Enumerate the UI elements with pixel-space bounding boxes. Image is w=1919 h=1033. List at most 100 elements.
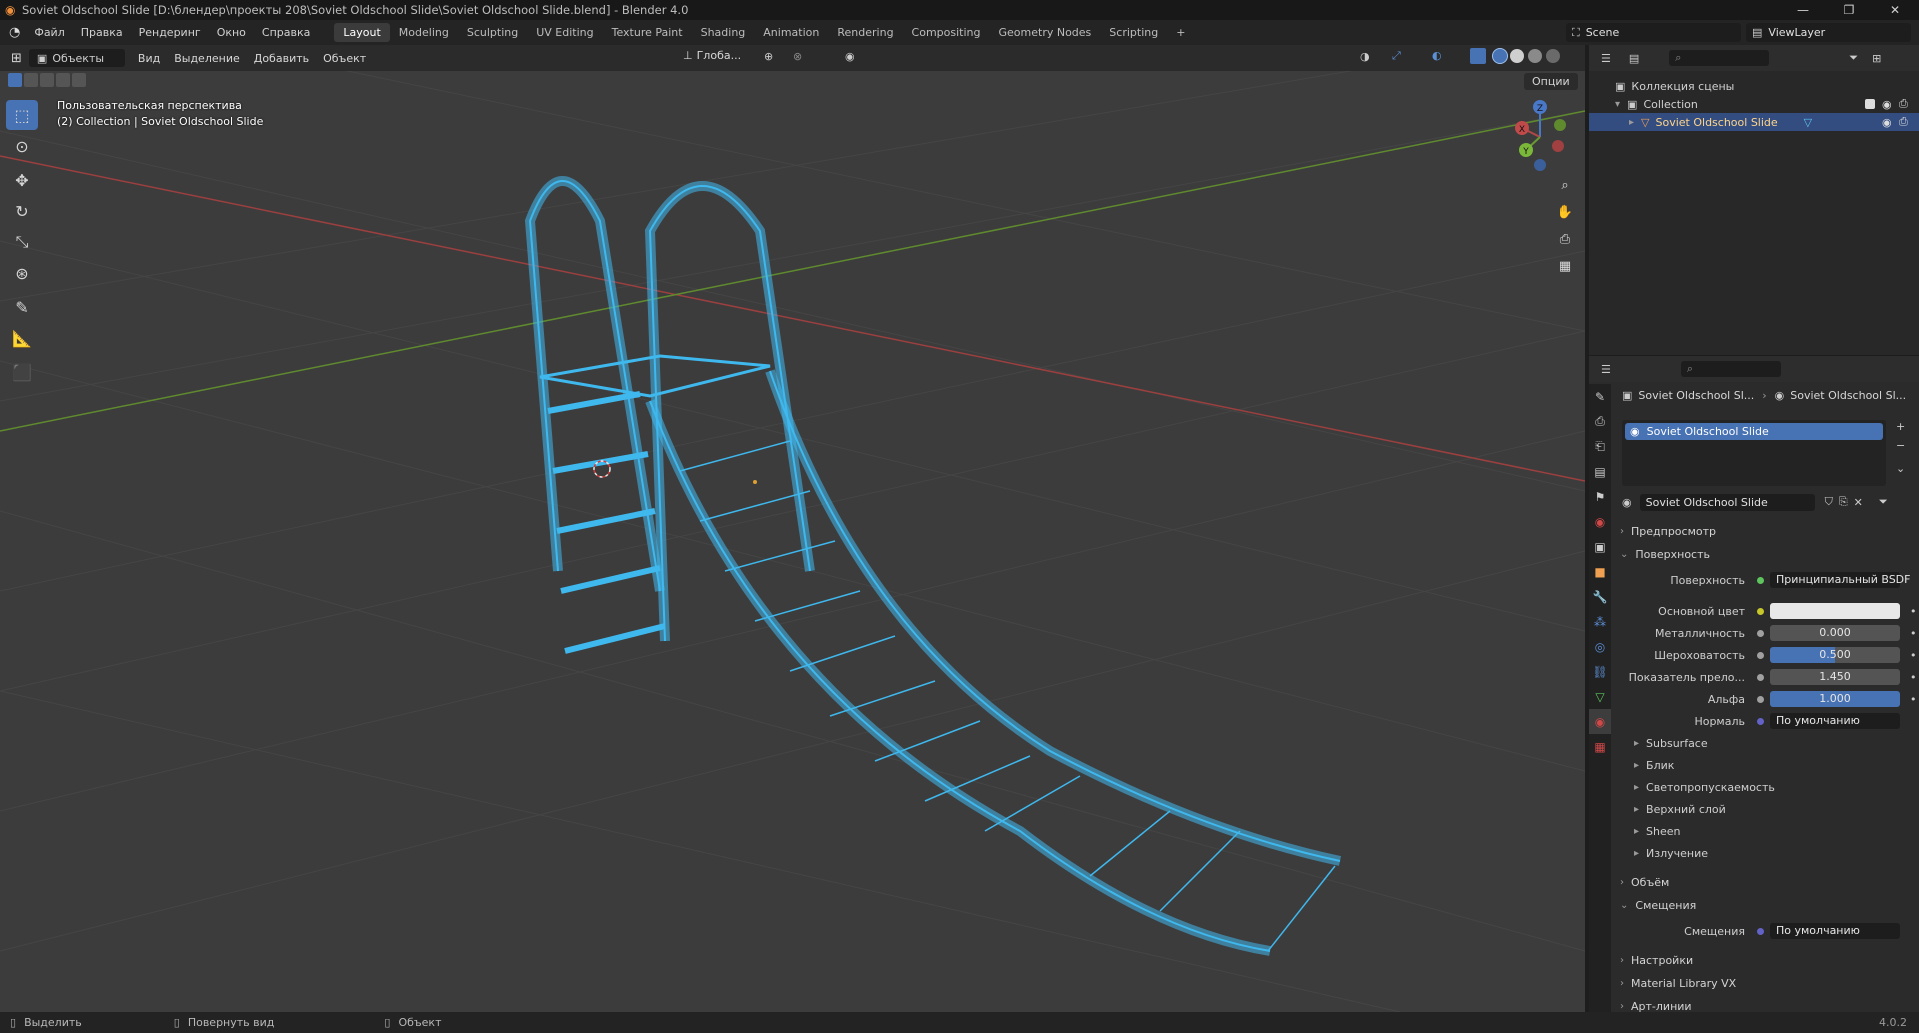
tool-tab-icon[interactable]: ✎ [1589, 384, 1611, 409]
slot-menu-icon[interactable]: ⌄ [1896, 462, 1905, 475]
blender-menu-icon[interactable]: ◔ [0, 25, 26, 40]
visibility-icon[interactable]: ◑ [1360, 50, 1370, 63]
material-name-field[interactable]: Soviet Oldschool Slide [1646, 496, 1768, 509]
physics-tab-icon[interactable]: ◎ [1589, 634, 1611, 659]
select-extend-icon[interactable] [24, 73, 38, 87]
slide-wireframe[interactable] [524, 176, 1342, 956]
outliner-search[interactable]: ⌕ [1669, 50, 1770, 66]
coat-subpanel[interactable]: ▸ Верхний слой [1634, 800, 1726, 818]
menu-help[interactable]: Справка [254, 26, 318, 39]
keyframe-dot[interactable]: • [1910, 605, 1917, 618]
viewport-canvas[interactable] [0, 71, 1585, 1012]
normal-field[interactable]: По умолчанию [1770, 713, 1900, 729]
displacement-field[interactable]: По умолчанию [1770, 923, 1900, 939]
render-tab-icon[interactable]: ⎙ [1589, 409, 1611, 434]
navigation-gizmo[interactable]: Z X Y [1500, 95, 1580, 175]
outliner-editor-icon[interactable]: ☰ [1601, 52, 1611, 65]
subsurface-subpanel[interactable]: ▸ Subsurface [1634, 734, 1708, 752]
select-new-icon[interactable] [8, 73, 22, 87]
filter-icon[interactable]: ⏷ [1849, 51, 1858, 65]
keyframe-dot[interactable]: • [1910, 693, 1917, 706]
sheen-subpanel[interactable]: ▸ Sheen [1634, 822, 1681, 840]
view-layer-selector[interactable]: ▤ ViewLayer [1746, 23, 1911, 42]
material-datablock[interactable]: ◉ Soviet Oldschool Slide ⛉ ⎘ ✕ ⏷ [1622, 493, 1912, 511]
collection-tab-icon[interactable]: ▣ [1589, 534, 1611, 559]
new-collection-icon[interactable]: ⊞ [1872, 52, 1881, 65]
select-box-tool-icon[interactable]: ⬚ [6, 100, 38, 130]
pan-hand-icon[interactable]: ✋ [1553, 200, 1577, 224]
output-tab-icon[interactable]: ⎗ [1589, 434, 1611, 459]
add-slot-button[interactable]: + [1896, 420, 1905, 433]
options-dropdown[interactable]: Опции [1524, 73, 1578, 90]
gizmo-toggle-icon[interactable]: ⤢ [1392, 49, 1401, 63]
roughness-field[interactable]: 0.500 [1770, 647, 1900, 663]
solid-shading-icon[interactable] [1510, 49, 1524, 63]
metallic-field[interactable]: 0.000 [1770, 625, 1900, 641]
minimize-button[interactable]: — [1780, 0, 1826, 20]
material-shading-icon[interactable] [1528, 49, 1542, 63]
specular-subpanel[interactable]: ▸ Блик [1634, 756, 1674, 774]
measure-tool-icon[interactable]: 📐 [6, 323, 38, 353]
remove-slot-button[interactable]: − [1896, 439, 1905, 452]
exclude-checkbox[interactable] [1865, 99, 1875, 109]
cursor-tool-icon[interactable]: ⊙ [6, 131, 38, 161]
tab-layout[interactable]: Layout [334, 23, 390, 42]
menu-object[interactable]: Объект [316, 52, 373, 65]
select-intersect-icon[interactable] [72, 73, 86, 87]
object-row[interactable]: ▸ ▽ Soviet Oldschool Slide ▽ ◉ ⎙ [1589, 113, 1919, 131]
surface-panel-header[interactable]: ⌄ Поверхность [1620, 544, 1915, 564]
tab-shading[interactable]: Shading [692, 23, 755, 42]
menu-select[interactable]: Выделение [167, 52, 247, 65]
keyframe-dot[interactable]: • [1910, 671, 1917, 684]
render-camera-icon[interactable]: ⎙ [1899, 97, 1908, 111]
settings-panel-header[interactable]: › Настройки [1620, 950, 1915, 970]
editor-type-icon[interactable]: ⊞ [4, 51, 29, 66]
menu-render[interactable]: Рендеринг [131, 26, 209, 39]
tab-sculpting[interactable]: Sculpting [458, 23, 527, 42]
expand-arrow-icon[interactable]: ▸ [1629, 117, 1634, 128]
data-tab-icon[interactable]: ▽ [1589, 684, 1611, 709]
tab-uv-editing[interactable]: UV Editing [527, 23, 602, 42]
view-layer-tab-icon[interactable]: ▤ [1589, 459, 1611, 484]
properties-search[interactable]: ⌕ [1680, 361, 1781, 377]
material-tab-icon[interactable]: ◉ [1589, 709, 1611, 734]
menu-window[interactable]: Окно [209, 26, 254, 39]
keyframe-dot[interactable]: • [1910, 649, 1917, 662]
preview-panel-header[interactable]: › Предпросмотр [1620, 521, 1915, 541]
menu-file[interactable]: Файл [26, 26, 72, 39]
tab-texture-paint[interactable]: Texture Paint [603, 23, 692, 42]
tab-modeling[interactable]: Modeling [390, 23, 458, 42]
scene-selector[interactable]: ⛶ Scene [1566, 23, 1741, 42]
render-camera-icon[interactable]: ⎙ [1899, 115, 1908, 129]
select-subtract-icon[interactable] [40, 73, 54, 87]
outliner-display-icon[interactable]: ▤ [1629, 52, 1639, 65]
tab-rendering[interactable]: Rendering [828, 23, 902, 42]
volume-panel-header[interactable]: › Объём [1620, 872, 1915, 892]
rendered-shading-icon[interactable] [1546, 49, 1560, 63]
transmission-subpanel[interactable]: ▸ Светопропускаемость [1634, 778, 1775, 796]
move-tool-icon[interactable]: ✥ [6, 165, 38, 195]
surface-shader-field[interactable]: Принципиальный BSDF [1770, 572, 1910, 588]
eye-icon[interactable]: ◉ [1882, 98, 1892, 111]
texture-tab-icon[interactable]: ▦ [1589, 734, 1611, 759]
material-library-panel-header[interactable]: › Material Library VX [1620, 973, 1915, 993]
collection-row[interactable]: ▾ ▣ Collection ◉ ⎙ [1589, 95, 1919, 113]
pivot-icon[interactable]: ⊕ [764, 50, 773, 63]
base-color-swatch[interactable] [1770, 603, 1900, 619]
particles-tab-icon[interactable]: ⁂ [1589, 609, 1611, 634]
transform-orientation[interactable]: ⊥ Глоба... [683, 49, 741, 62]
constraints-tab-icon[interactable]: ⛓ [1589, 659, 1611, 684]
camera-icon[interactable]: ⎙ [1553, 227, 1577, 251]
scene-tab-icon[interactable]: ⚑ [1589, 484, 1611, 509]
wireframe-shading-icon[interactable] [1492, 48, 1508, 64]
modifier-tab-icon[interactable]: 🔧 [1589, 584, 1611, 609]
scene-collection-row[interactable]: ▣ Коллекция сцены [1589, 77, 1919, 95]
material-slot-list[interactable]: ◉ Soviet Oldschool Slide [1622, 420, 1886, 486]
node-filter-icon[interactable]: ⏷ [1879, 495, 1888, 509]
alpha-field[interactable]: 1.000 [1770, 691, 1900, 707]
maximize-button[interactable]: ❐ [1826, 0, 1872, 20]
annotate-tool-icon[interactable]: ✎ [6, 292, 38, 322]
select-invert-icon[interactable] [56, 73, 70, 87]
eye-icon[interactable]: ◉ [1882, 116, 1892, 129]
zoom-icon[interactable]: ⌕ [1553, 173, 1577, 197]
